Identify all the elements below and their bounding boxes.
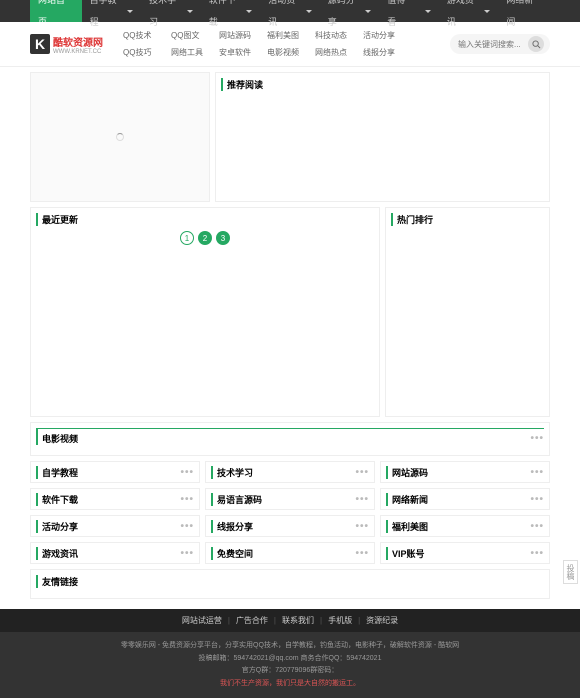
category-label: 技术学习 bbox=[217, 466, 253, 479]
category-网站源码[interactable]: 网站源码 ••• bbox=[380, 461, 550, 483]
nav-自学教程[interactable]: 自学教程 bbox=[82, 0, 142, 22]
category-VIP账号[interactable]: VIP账号 ••• bbox=[380, 542, 550, 564]
category-游戏资讯[interactable]: 游戏资讯 ••• bbox=[30, 542, 200, 564]
recent-title: 最近更新 bbox=[36, 213, 374, 226]
page-3[interactable]: 3 bbox=[216, 231, 230, 245]
category-label: 游戏资讯 bbox=[42, 547, 78, 560]
more-icon[interactable]: ••• bbox=[530, 433, 544, 444]
friend-title: 友情链接 bbox=[36, 575, 544, 588]
category-网络新闻[interactable]: 网络新闻 ••• bbox=[380, 488, 550, 510]
category-线报分享[interactable]: 线报分享 ••• bbox=[205, 515, 375, 537]
header-link[interactable]: 网络热点 bbox=[315, 44, 363, 61]
recommend-panel: 推荐阅读 bbox=[215, 72, 550, 202]
more-icon[interactable]: ••• bbox=[530, 494, 544, 505]
header-link[interactable]: QQ技术 bbox=[123, 27, 171, 44]
more-icon[interactable]: ••• bbox=[355, 548, 369, 559]
chevron-down-icon bbox=[246, 10, 252, 13]
header-link[interactable]: 福利美图 bbox=[267, 27, 315, 44]
more-icon[interactable]: ••• bbox=[530, 467, 544, 478]
category-label: 自学教程 bbox=[42, 466, 78, 479]
footer-link[interactable]: 资源纪录 bbox=[360, 616, 404, 625]
nav-源码分享[interactable]: 源码分享 bbox=[320, 0, 380, 22]
category-label: 网站源码 bbox=[392, 466, 428, 479]
logo-icon: K bbox=[30, 34, 50, 54]
category-label: 软件下载 bbox=[42, 493, 78, 506]
hero-slider[interactable] bbox=[30, 72, 210, 202]
category-label: VIP账号 bbox=[392, 547, 425, 560]
category-技术学习[interactable]: 技术学习 ••• bbox=[205, 461, 375, 483]
category-福利美图[interactable]: 福利美图 ••• bbox=[380, 515, 550, 537]
category-免费空间[interactable]: 免费空间 ••• bbox=[205, 542, 375, 564]
header-link[interactable]: QQ技巧 bbox=[123, 44, 171, 61]
more-icon[interactable]: ••• bbox=[180, 494, 194, 505]
header-link[interactable]: QQ图文 bbox=[171, 27, 219, 44]
category-label: 线报分享 bbox=[217, 520, 253, 533]
more-icon[interactable]: ••• bbox=[180, 521, 194, 532]
more-icon[interactable]: ••• bbox=[180, 548, 194, 559]
header-link[interactable]: 线报分享 bbox=[363, 44, 411, 61]
footer-link[interactable]: 广告合作 bbox=[230, 616, 274, 625]
search-input[interactable] bbox=[458, 40, 528, 49]
movie-panel: 电影视频 ••• bbox=[30, 422, 550, 456]
more-icon[interactable]: ••• bbox=[530, 521, 544, 532]
loading-icon bbox=[116, 133, 124, 141]
search-icon[interactable] bbox=[528, 36, 544, 52]
hot-panel: 热门排行 bbox=[385, 207, 550, 417]
nav-活动资讯[interactable]: 活动资讯 bbox=[260, 0, 320, 22]
category-label: 网络新闻 bbox=[392, 493, 428, 506]
chevron-down-icon bbox=[484, 10, 490, 13]
site-logo[interactable]: K 酷软资源网 WWW.KRNET.CC bbox=[30, 34, 103, 55]
header-link[interactable]: 电影视频 bbox=[267, 44, 315, 61]
chevron-down-icon bbox=[306, 10, 312, 13]
friend-panel: 友情链接 bbox=[30, 569, 550, 599]
page-2[interactable]: 2 bbox=[198, 231, 212, 245]
more-icon[interactable]: ••• bbox=[180, 467, 194, 478]
chevron-down-icon bbox=[127, 10, 133, 13]
chevron-down-icon bbox=[365, 10, 371, 13]
nav-网络新闻[interactable]: 网络新闻 bbox=[498, 0, 550, 22]
nav-技术学习[interactable]: 技术学习 bbox=[141, 0, 201, 22]
category-label: 活动分享 bbox=[42, 520, 78, 533]
logo-title: 酷软资源网 bbox=[53, 34, 103, 49]
header-link[interactable]: 网络工具 bbox=[171, 44, 219, 61]
logo-subtitle: WWW.KRNET.CC bbox=[53, 49, 103, 55]
chevron-down-icon bbox=[425, 10, 431, 13]
footer-link[interactable]: 手机版 bbox=[322, 616, 358, 625]
more-icon[interactable]: ••• bbox=[355, 494, 369, 505]
category-活动分享[interactable]: 活动分享 ••• bbox=[30, 515, 200, 537]
more-icon[interactable]: ••• bbox=[355, 521, 369, 532]
more-icon[interactable]: ••• bbox=[530, 548, 544, 559]
chevron-down-icon bbox=[187, 10, 193, 13]
category-label: 免费空间 bbox=[217, 547, 253, 560]
category-易语言源码[interactable]: 易语言源码 ••• bbox=[205, 488, 375, 510]
feedback-button[interactable]: 投稿 bbox=[563, 560, 578, 584]
footer-group: 官方Q群：720779096群密码： bbox=[8, 665, 572, 678]
category-label: 易语言源码 bbox=[217, 493, 262, 506]
header-link[interactable]: 安卓软件 bbox=[219, 44, 267, 61]
header-link[interactable]: 网站源码 bbox=[219, 27, 267, 44]
category-label: 福利美图 bbox=[392, 520, 428, 533]
header-link[interactable]: 活动分享 bbox=[363, 27, 411, 44]
page-1[interactable]: 1 bbox=[180, 231, 194, 245]
recent-panel: 最近更新 123 bbox=[30, 207, 380, 417]
nav-软件下载[interactable]: 软件下载 bbox=[201, 0, 261, 22]
hot-title: 热门排行 bbox=[391, 213, 544, 226]
movie-title: 电影视频 bbox=[42, 432, 78, 445]
category-软件下载[interactable]: 软件下载 ••• bbox=[30, 488, 200, 510]
footer-link[interactable]: 网站试运营 bbox=[176, 616, 228, 625]
nav-游戏资讯[interactable]: 游戏资讯 bbox=[439, 0, 499, 22]
footer-link[interactable]: 联系我们 bbox=[276, 616, 320, 625]
recommend-title: 推荐阅读 bbox=[221, 78, 544, 91]
footer-contact: 投稿邮箱：594742021@qq.com 商务合作QQ：594742021 bbox=[8, 653, 572, 666]
footer-desc: 零零娱乐网 - 免费资源分享平台，分享实用QQ技术，自学教程，钓鱼活动，电影种子… bbox=[8, 640, 572, 653]
more-icon[interactable]: ••• bbox=[355, 467, 369, 478]
footer-slogan: 我们不生产资源，我们只是大自然的搬运工。 bbox=[8, 678, 572, 691]
nav-值得一看[interactable]: 值得一看 bbox=[379, 0, 439, 22]
category-自学教程[interactable]: 自学教程 ••• bbox=[30, 461, 200, 483]
header-link[interactable]: 科技动态 bbox=[315, 27, 363, 44]
search-box[interactable] bbox=[450, 34, 550, 54]
nav-网站首页[interactable]: 网站首页 bbox=[30, 0, 82, 22]
